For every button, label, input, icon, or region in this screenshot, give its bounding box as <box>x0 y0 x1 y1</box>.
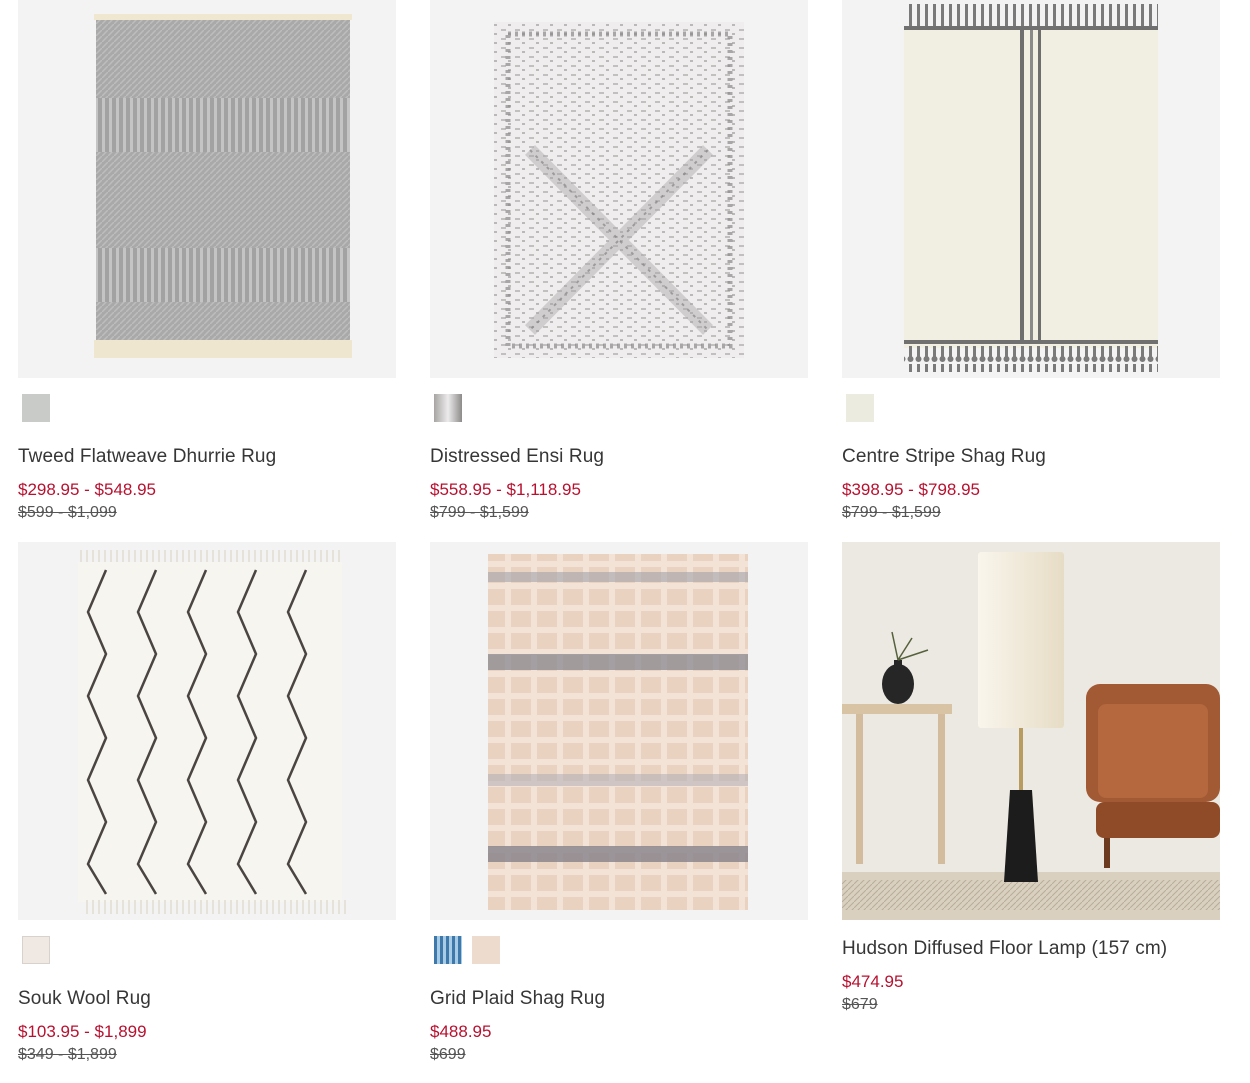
sale-price: $488.95 <box>430 1022 492 1041</box>
product-card[interactable]: Tweed Flatweave Dhurrie Rug $298.95 - $5… <box>18 0 396 523</box>
color-swatches <box>842 394 1220 428</box>
color-swatch[interactable] <box>434 936 462 964</box>
color-swatches <box>18 936 396 970</box>
product-title[interactable]: Centre Stripe Shag Rug <box>842 445 1220 469</box>
product-image-souk-rug[interactable] <box>18 542 396 920</box>
color-swatch[interactable] <box>22 936 50 964</box>
product-title[interactable]: Hudson Diffused Floor Lamp (157 cm) <box>842 937 1220 961</box>
color-swatches <box>430 394 808 428</box>
original-price: $349 - $1,899 <box>18 1046 117 1063</box>
product-image-distressed-rug[interactable] <box>430 0 808 378</box>
original-price: $699 <box>430 1046 466 1063</box>
sale-price: $298.95 - $548.95 <box>18 480 157 499</box>
product-title[interactable]: Souk Wool Rug <box>18 987 396 1011</box>
original-price: $599 - $1,099 <box>18 504 117 521</box>
product-card[interactable]: Centre Stripe Shag Rug $398.95 - $798.95… <box>842 0 1220 523</box>
color-swatch[interactable] <box>846 394 874 422</box>
color-swatch[interactable] <box>434 394 462 422</box>
product-title[interactable]: Grid Plaid Shag Rug <box>430 987 808 1011</box>
product-card[interactable]: Distressed Ensi Rug $558.95 - $1,118.95 … <box>430 0 808 523</box>
sale-price: $474.95 <box>842 972 904 991</box>
color-swatch[interactable] <box>22 394 50 422</box>
original-price: $679 <box>842 996 878 1013</box>
product-image-grid-plaid-rug[interactable] <box>430 542 808 920</box>
product-card[interactable]: Hudson Diffused Floor Lamp (157 cm) $474… <box>842 542 1220 1015</box>
original-price: $799 - $1,599 <box>430 504 529 521</box>
product-image-floor-lamp[interactable] <box>842 542 1220 920</box>
product-card[interactable]: Grid Plaid Shag Rug $488.95 $699 <box>430 542 808 1065</box>
product-image-centre-stripe-rug[interactable] <box>842 0 1220 378</box>
product-image-tweed-rug[interactable] <box>18 0 396 378</box>
product-title[interactable]: Distressed Ensi Rug <box>430 445 808 469</box>
sale-price: $103.95 - $1,899 <box>18 1022 147 1041</box>
color-swatches <box>430 936 808 970</box>
product-title[interactable]: Tweed Flatweave Dhurrie Rug <box>18 445 396 469</box>
color-swatches <box>18 394 396 428</box>
product-card[interactable]: Souk Wool Rug $103.95 - $1,899 $349 - $1… <box>18 542 396 1065</box>
color-swatch[interactable] <box>472 936 500 964</box>
sale-price: $558.95 - $1,118.95 <box>430 480 581 499</box>
sale-price: $398.95 - $798.95 <box>842 480 981 499</box>
original-price: $799 - $1,599 <box>842 504 941 521</box>
